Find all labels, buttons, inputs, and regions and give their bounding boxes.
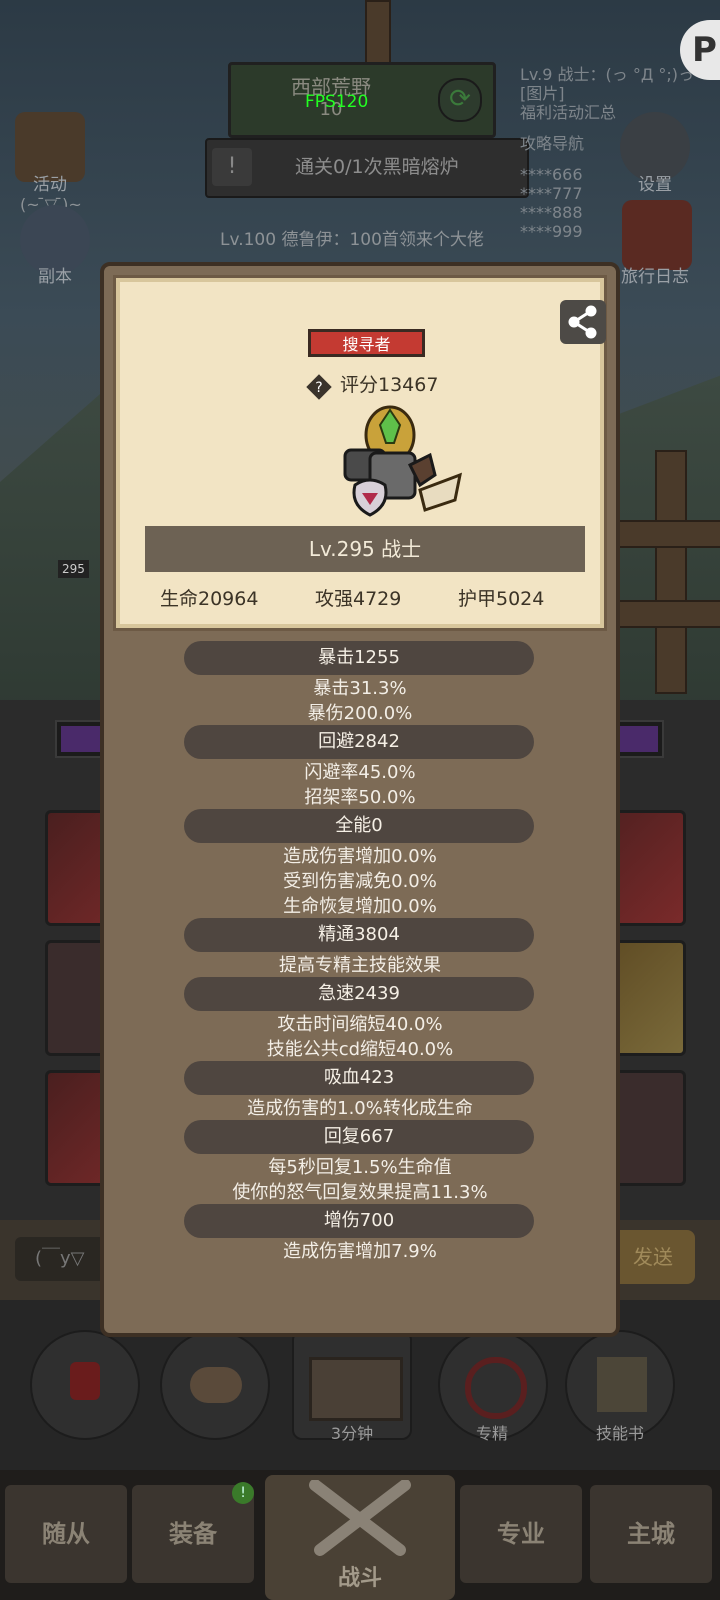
regen-header: 回复667 [184, 1120, 534, 1154]
skill-book-label: 技能书 [595, 1424, 644, 1443]
skill-book-icon [597, 1357, 647, 1412]
level-badge: 295 [58, 560, 89, 578]
mastery-header: 精通3804 [184, 918, 534, 952]
lifesteal-header: 吸血423 [184, 1061, 534, 1095]
background-fence-rail [610, 600, 720, 628]
chat-line: [图片] [520, 84, 565, 103]
share-icon [568, 305, 597, 339]
stat-detail: 造成伤害增加0.0% [283, 846, 437, 867]
chat-line: ****888 [520, 203, 583, 222]
background-fence-rail [610, 520, 720, 548]
nav-battle-label: 战斗 [337, 1566, 382, 1591]
stat-detail: 招架率50.0% [304, 787, 416, 808]
chat-line: 攻略导航 [520, 134, 585, 153]
stat-detail: 攻击时间缩短40.0% [277, 1014, 443, 1035]
events-label: 活动 [33, 175, 67, 195]
chat-line: ****666 [520, 165, 583, 184]
stat-detail: 闪避率45.0% [304, 762, 416, 783]
versatility-header: 全能0 [184, 809, 534, 843]
role-badge: 搜寻者 [308, 329, 425, 357]
chat-line: Lv.9 战士：(っ °Д °;)っ [520, 65, 695, 84]
experience-bar-right [618, 726, 658, 752]
travel-log-label: 旅行日志 [621, 267, 689, 287]
share-button[interactable] [560, 300, 606, 344]
alert-icon: ! [212, 148, 252, 186]
fps-counter: FPS120 [305, 92, 369, 112]
dungeon-label: 副本 [38, 267, 72, 287]
food-button[interactable] [160, 1330, 270, 1440]
chat-line: ****777 [520, 184, 583, 203]
nav-profession[interactable]: 专业 [460, 1485, 582, 1583]
stat-detail: 造成伤害的1.0%转化成生命 [247, 1098, 473, 1119]
chest-icon [309, 1357, 403, 1421]
damage-bonus-header: 增伤700 [184, 1204, 534, 1238]
stat-detail: 生命恢复增加0.0% [283, 896, 437, 917]
specialization-label: 专精 [475, 1424, 508, 1443]
level-class: Lv.295 战士 [145, 526, 585, 572]
experience-bar-left [61, 726, 101, 752]
hp-stat: 生命20964 [160, 588, 259, 610]
crossed-swords-icon [309, 1480, 411, 1556]
chat-line: ****999 [520, 222, 583, 241]
stat-detail: 提高专精主技能效果 [279, 955, 441, 976]
character-stats-modal: 搜寻者 ? 评分13467 Lv.295 战士 生命20964 攻强4729 护… [100, 262, 620, 1337]
warrior-portrait [343, 405, 463, 517]
score-text: 评分13467 [340, 374, 439, 396]
side-chat: Lv.9 战士：(っ °Д °;)っ [图片] 福利活动汇总 攻略导航 ****… [520, 65, 694, 241]
quest-text: 通关0/1次黑暗熔炉 [295, 156, 459, 178]
world-chat-line: Lv.100 德鲁伊：100首领来个大佬 [220, 230, 484, 250]
notification-badge: ! [232, 1482, 254, 1504]
stat-detail: 技能公共cd缩短40.0% [266, 1039, 454, 1060]
refresh-icon[interactable]: ⟳ [438, 78, 482, 122]
bread-icon [190, 1367, 242, 1403]
nav-main-city[interactable]: 主城 [590, 1485, 712, 1583]
stat-detail: 造成伤害增加7.9% [283, 1241, 437, 1262]
stat-detail: 暴击31.3% [313, 678, 407, 699]
armor-stat: 护甲5024 [458, 588, 545, 610]
potion-button[interactable] [30, 1330, 140, 1440]
svg-text:?: ? [315, 380, 322, 396]
attack-stat: 攻强4729 [315, 588, 402, 610]
help-icon[interactable]: ? [305, 373, 333, 401]
background-pole [365, 0, 391, 64]
avoidance-header: 回避2842 [184, 725, 534, 759]
chest-timer: 3分钟 [330, 1424, 374, 1443]
nav-followers[interactable]: 随从 [5, 1485, 127, 1583]
potion-icon [70, 1362, 100, 1400]
stat-detail: 暴伤200.0% [307, 703, 413, 724]
chat-line: 福利活动汇总 [520, 103, 617, 122]
character-card: 搜寻者 ? 评分13467 Lv.295 战士 生命20964 攻强4729 护… [116, 278, 606, 628]
stat-detail: 受到伤害减免0.0% [283, 871, 437, 892]
stat-detail: 使你的怒气回复效果提高11.3% [232, 1182, 488, 1203]
nav-battle[interactable]: 战斗 [265, 1475, 455, 1600]
haste-header: 急速2439 [184, 977, 534, 1011]
background-fence-post [655, 450, 687, 694]
crit-header: 暴击1255 [184, 641, 534, 675]
stat-detail: 每5秒回复1.5%生命值 [268, 1157, 452, 1178]
specialization-icon [465, 1357, 527, 1419]
